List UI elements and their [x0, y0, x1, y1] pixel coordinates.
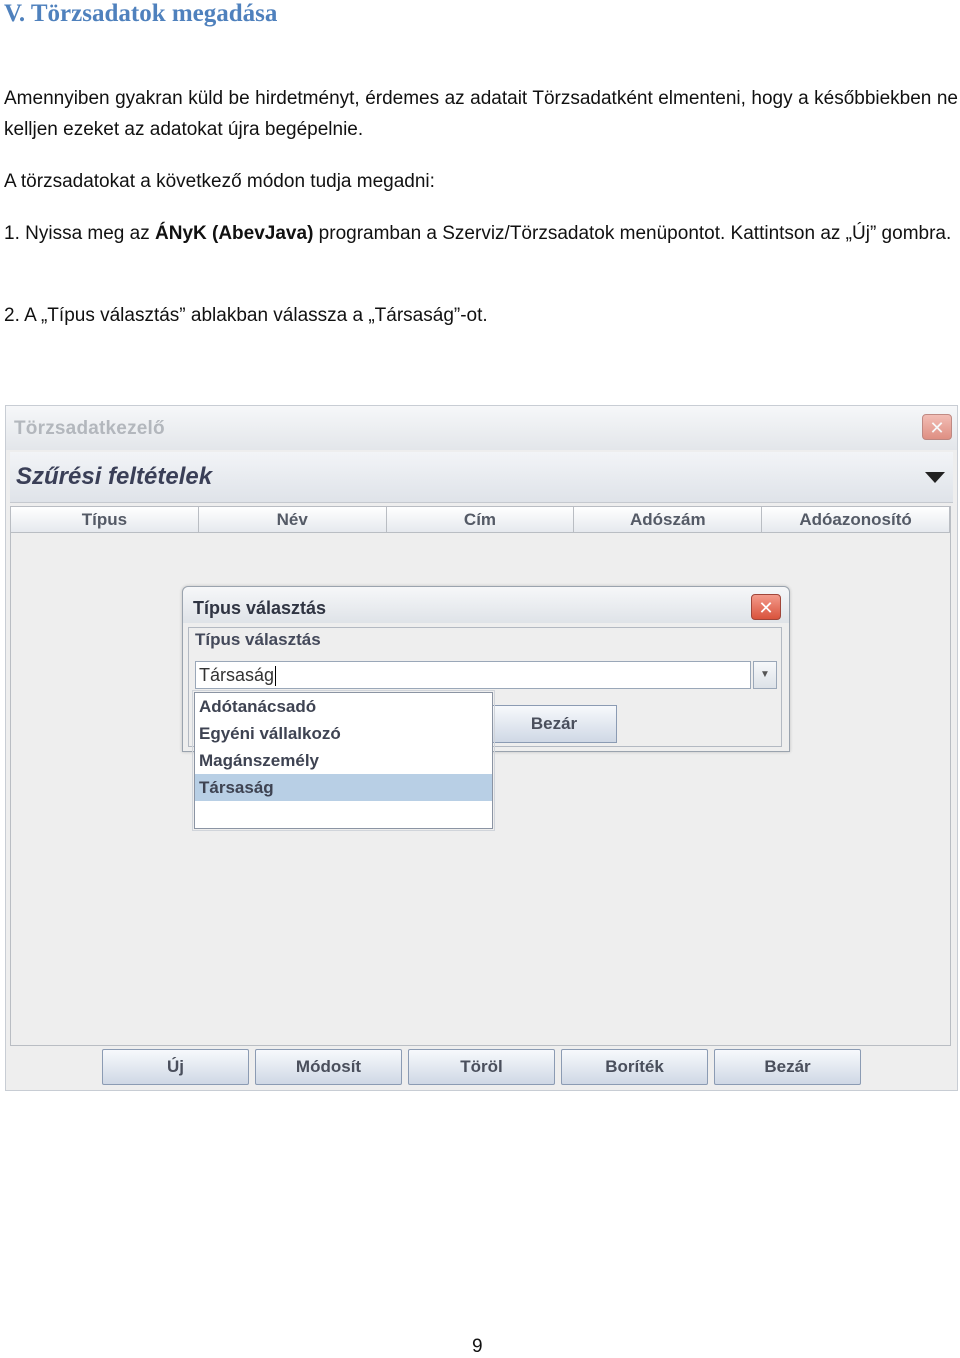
page-number: 9 [472, 1336, 483, 1357]
window-button-row: Új Módosít Töröl Boríték Bezár [102, 1049, 861, 1085]
column-header-cim[interactable]: Cím [386, 507, 575, 533]
intro-paragraph: Amennyiben gyakran küld be hirdetményt, … [4, 88, 958, 140]
step-1-text-end: programban a Szerviz/Törzsadatok menüpon… [313, 223, 952, 244]
new-button[interactable]: Új [102, 1049, 249, 1085]
list-item[interactable]: Magánszemély [195, 747, 492, 774]
section-heading: V. Törzsadatok megadása [4, 0, 278, 27]
combo-dropdown-button[interactable]: ▼ [753, 661, 777, 689]
dialog-close-text-button[interactable]: Bezár [491, 705, 617, 743]
filter-panel-header[interactable]: Szűrési feltételek [10, 452, 953, 503]
type-combobox[interactable]: Társaság ▼ [195, 661, 777, 689]
dialog-close-button[interactable]: ✕ [751, 594, 781, 620]
text-caret [275, 666, 277, 687]
list-item[interactable]: Egyéni vállalkozó [195, 720, 492, 747]
window-title-bar: Törzsadatkezelő ✕ [6, 406, 957, 450]
column-header-adoszam[interactable]: Adószám [574, 507, 763, 533]
column-header-tipus[interactable]: Típus [11, 507, 199, 533]
step-1-program-name: ÁNyK (AbevJava) [155, 223, 314, 244]
table-header-row: Típus Név Cím Adószám Adóazonosító [11, 507, 950, 533]
window-title: Törzsadatkezelő [14, 418, 165, 439]
step-2-paragraph: 2. A „Típus választás” ablakban válassza… [4, 305, 488, 326]
step-1-text-start: 1. Nyissa meg az [4, 223, 155, 244]
type-dropdown-list[interactable]: Adótanácsadó Egyéni vállalkozó Magánszem… [192, 690, 495, 831]
delete-button[interactable]: Töröl [408, 1049, 555, 1085]
close-button[interactable]: Bezár [714, 1049, 861, 1085]
type-combo-field[interactable]: Társaság [195, 661, 751, 689]
chevron-down-icon[interactable] [925, 472, 945, 483]
filter-title: Szűrési feltételek [16, 463, 213, 490]
edit-button[interactable]: Módosít [255, 1049, 402, 1085]
group-label: Típus választás [193, 630, 323, 650]
dialog-title-bar: Típus választás ✕ [183, 587, 789, 623]
column-header-adoazonosito[interactable]: Adóazonosító [762, 507, 950, 533]
envelope-button[interactable]: Boríték [561, 1049, 708, 1085]
list-item[interactable]: Adótanácsadó [195, 693, 492, 720]
window-close-button[interactable]: ✕ [922, 414, 952, 440]
list-item-selected[interactable]: Társaság [195, 774, 492, 801]
dialog-title: Típus választás [193, 598, 327, 618]
column-header-nev[interactable]: Név [198, 507, 387, 533]
step-1-paragraph: 1. Nyissa meg az ÁNyK (AbevJava) program… [4, 218, 958, 249]
combo-value: Társaság [199, 665, 275, 685]
instruction-paragraph: A törzsadatokat a következő módon tudja … [4, 171, 435, 192]
